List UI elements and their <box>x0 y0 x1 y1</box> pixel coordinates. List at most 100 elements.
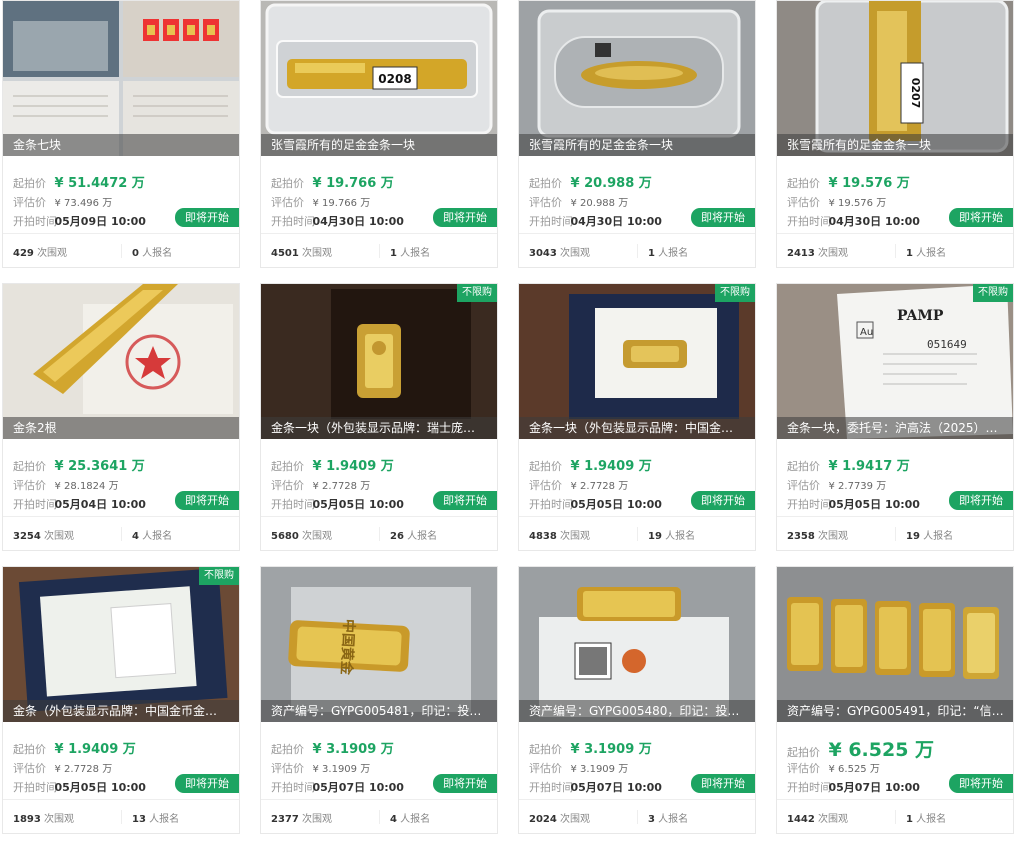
lot-number-0207: 0207 <box>909 78 922 109</box>
item-photo[interactable]: PAMP Au 051649 <box>777 284 1013 439</box>
signups-number: 1 <box>390 248 397 259</box>
estimate-row: 评估价 ¥ 20.988 万 <box>529 194 628 210</box>
item-photo[interactable] <box>3 1 239 156</box>
card-footer: 2377 次围观 4 人报名 <box>261 799 497 833</box>
item-title[interactable]: 金条一块（外包装显示品牌：中国金… <box>519 417 755 439</box>
time-label: 开拍时间 <box>787 781 831 794</box>
views-number: 2413 <box>787 248 815 259</box>
auction-grid: 金条七块 起拍价 ¥ 51.4472 万 评估价 ¥ 73.496 万 开拍时间… <box>0 0 1024 842</box>
item-title[interactable]: 金条（外包装显示品牌：中国金币金… <box>3 700 239 722</box>
auction-card[interactable]: 金条2根 起拍价 ¥ 25.3641 万 评估价 ¥ 28.1824 万 开拍时… <box>2 283 240 551</box>
start-price: ¥ 51.4472 万 <box>54 176 145 191</box>
item-title[interactable]: 资产编号：GYPG005481，印记：投… <box>261 700 497 722</box>
signups-count: 19 人报名 <box>895 527 953 542</box>
item-title[interactable]: 张雪霞所有的足金金条一块 <box>519 134 755 156</box>
auction-card[interactable]: 中国黄金 资产编号：GYPG005481，印记：投… 起拍价 ¥ 3.1909 … <box>260 566 498 834</box>
auction-card[interactable]: 不限购 金条（外包装显示品牌：中国金币金… 起拍价 ¥ 1.9409 万 评估价… <box>2 566 240 834</box>
item-title[interactable]: 金条一块（外包装显示品牌：瑞士庞… <box>261 417 497 439</box>
estimate-label: 评估价 <box>787 479 820 492</box>
estimate-label: 评估价 <box>13 479 46 492</box>
coming-soon-button[interactable]: 即将开始 <box>691 491 755 510</box>
item-title[interactable]: 张雪霞所有的足金金条一块 <box>777 134 1013 156</box>
auction-time: 05月05日 10:00 <box>570 498 662 511</box>
signups-number: 4 <box>390 814 397 825</box>
start-price: ¥ 19.766 万 <box>312 176 394 191</box>
coming-soon-button[interactable]: 即将开始 <box>175 774 239 793</box>
item-title[interactable]: 金条2根 <box>3 417 239 439</box>
auction-card[interactable]: 0208 张雪霞所有的足金金条一块 起拍价 ¥ 19.766 万 评估价 ¥ 1… <box>260 0 498 268</box>
signups-suffix: 人报名 <box>142 531 173 542</box>
signups-number: 26 <box>390 531 404 542</box>
item-photo[interactable]: 0208 <box>261 1 497 156</box>
item-photo[interactable] <box>777 567 1013 722</box>
coming-soon-button[interactable]: 即将开始 <box>949 774 1013 793</box>
item-photo[interactable] <box>3 567 239 722</box>
coming-soon-button[interactable]: 即将开始 <box>949 491 1013 510</box>
start-price: ¥ 1.9409 万 <box>54 742 136 757</box>
time-label: 开拍时间 <box>13 781 57 794</box>
pamp-logo-text: PAMP <box>897 308 944 324</box>
item-title[interactable]: 资产编号：GYPG005480，印记：投… <box>519 700 755 722</box>
unlimited-badge: 不限购 <box>457 284 497 302</box>
time-row: 开拍时间 04月30日 10:00 <box>787 213 920 229</box>
coming-soon-button[interactable]: 即将开始 <box>175 208 239 227</box>
item-photo[interactable]: 0207 <box>777 1 1013 156</box>
estimate-label: 评估价 <box>13 196 46 209</box>
photo-gold-bars-seven <box>3 1 239 156</box>
start-price-label: 起拍价 <box>529 460 562 473</box>
coming-soon-button[interactable]: 即将开始 <box>433 491 497 510</box>
item-photo[interactable] <box>519 1 755 156</box>
estimate-label: 评估价 <box>271 196 304 209</box>
time-label: 开拍时间 <box>13 498 57 511</box>
signups-count: 4 人报名 <box>121 527 173 542</box>
signups-suffix: 人报名 <box>400 814 431 825</box>
start-price-row: 起拍价 ¥ 20.988 万 <box>529 172 652 191</box>
auction-card[interactable]: 不限购 金条一块（外包装显示品牌：瑞士庞… 起拍价 ¥ 1.9409 万 评估价… <box>260 283 498 551</box>
coming-soon-button[interactable]: 即将开始 <box>433 208 497 227</box>
item-photo[interactable]: 中国黄金 <box>261 567 497 722</box>
start-price-row: 起拍价 ¥ 51.4472 万 <box>13 172 145 191</box>
item-photo[interactable] <box>519 567 755 722</box>
coming-soon-button[interactable]: 即将开始 <box>175 491 239 510</box>
item-title[interactable]: 金条一块，委托号：沪高法（2025）… <box>777 417 1013 439</box>
signups-suffix: 人报名 <box>665 531 696 542</box>
coming-soon-button[interactable]: 即将开始 <box>949 208 1013 227</box>
item-title[interactable]: 张雪霞所有的足金金条一块 <box>261 134 497 156</box>
views-count: 2024 次围观 <box>529 810 590 825</box>
item-photo[interactable] <box>519 284 755 439</box>
item-photo[interactable] <box>261 284 497 439</box>
auction-card[interactable]: PAMP Au 051649 不限购 金条一块，委托号：沪高法（2025）… 起… <box>776 283 1014 551</box>
start-price: ¥ 1.9409 万 <box>570 459 652 474</box>
signups-number: 4 <box>132 531 139 542</box>
coming-soon-button[interactable]: 即将开始 <box>691 208 755 227</box>
views-number: 5680 <box>271 531 299 542</box>
signups-number: 0 <box>132 248 139 259</box>
signups-suffix: 人报名 <box>916 814 947 825</box>
unlimited-badge: 不限购 <box>973 284 1013 302</box>
signups-count: 1 人报名 <box>379 244 430 259</box>
coming-soon-button[interactable]: 即将开始 <box>691 774 755 793</box>
auction-card[interactable]: 不限购 金条一块（外包装显示品牌：中国金… 起拍价 ¥ 1.9409 万 评估价… <box>518 283 756 551</box>
auction-card[interactable]: 资产编号：GYPG005491，印记：“信”… 起拍价 ¥ 6.525 万 评估… <box>776 566 1014 834</box>
signups-suffix: 人报名 <box>149 814 180 825</box>
time-row: 开拍时间 05月07日 10:00 <box>787 779 920 795</box>
auction-card[interactable]: 0207 张雪霞所有的足金金条一块 起拍价 ¥ 19.576 万 评估价 ¥ 1… <box>776 0 1014 268</box>
card-footer: 3254 次围观 4 人报名 <box>3 516 239 550</box>
item-photo[interactable] <box>3 284 239 439</box>
estimate-row: 评估价 ¥ 2.7728 万 <box>529 477 628 493</box>
views-count: 2358 次围观 <box>787 527 848 542</box>
auction-card[interactable]: 金条七块 起拍价 ¥ 51.4472 万 评估价 ¥ 73.496 万 开拍时间… <box>2 0 240 268</box>
card-footer: 2024 次围观 3 人报名 <box>519 799 755 833</box>
item-title[interactable]: 资产编号：GYPG005491，印记：“信”… <box>777 700 1013 722</box>
views-suffix: 次围观 <box>44 531 75 542</box>
time-row: 开拍时间 05月04日 10:00 <box>13 496 146 512</box>
auction-time: 04月30日 10:00 <box>828 215 920 228</box>
item-title[interactable]: 金条七块 <box>3 134 239 156</box>
time-label: 开拍时间 <box>787 215 831 228</box>
coming-soon-button[interactable]: 即将开始 <box>433 774 497 793</box>
auction-card[interactable]: 资产编号：GYPG005480，印记：投… 起拍价 ¥ 3.1909 万 评估价… <box>518 566 756 834</box>
auction-card[interactable]: 张雪霞所有的足金金条一块 起拍价 ¥ 20.988 万 评估价 ¥ 20.988… <box>518 0 756 268</box>
photo-small-gold-bar-dark <box>261 284 497 439</box>
views-count: 4501 次围观 <box>271 244 332 259</box>
au-symbol-text: Au <box>860 327 873 338</box>
